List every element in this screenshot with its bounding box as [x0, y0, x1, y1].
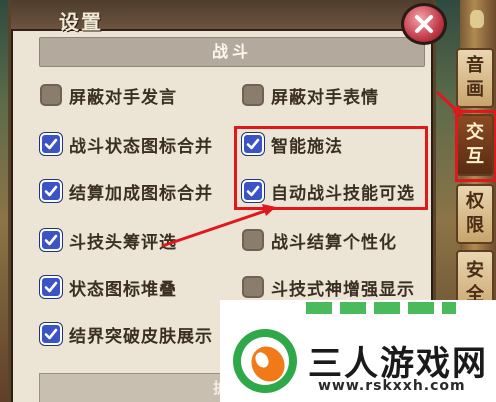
options-highlight-annotation	[234, 126, 428, 210]
tab-label-char: 安	[466, 260, 484, 281]
tab-0[interactable]: 音画	[456, 48, 494, 108]
option-item[interactable]: 结算加成图标合并	[40, 177, 213, 205]
option-item[interactable]: 状态图标堆叠	[40, 273, 177, 301]
check-icon	[44, 281, 58, 293]
option-label: 斗技头筹评选	[69, 232, 177, 253]
watermark-decoration	[306, 302, 456, 314]
option-item[interactable]: 斗技式神增强显示	[242, 273, 415, 301]
tab-label-char: 权	[466, 191, 484, 212]
option-item[interactable]: 结界突破皮肤展示	[40, 320, 213, 348]
check-icon	[44, 138, 58, 150]
checkbox-checked[interactable]	[40, 133, 62, 155]
page-title: 设置	[59, 10, 103, 34]
option-item[interactable]: 战斗状态图标合并	[40, 130, 213, 158]
section-header-battle: 战斗	[39, 37, 425, 67]
close-button[interactable]	[401, 3, 447, 45]
checkbox-unchecked[interactable]	[242, 276, 264, 298]
checkbox-unchecked[interactable]	[40, 84, 62, 106]
option-label: 状态图标堆叠	[69, 279, 177, 300]
option-label: 战斗结算个性化	[271, 232, 397, 253]
watermark-url: www.rskxxh.com	[318, 378, 466, 394]
tab-2[interactable]: 权限	[456, 184, 494, 244]
tab-highlight-annotation	[455, 110, 496, 182]
check-icon	[44, 234, 58, 246]
checkbox-unchecked[interactable]	[242, 84, 264, 106]
option-label: 斗技式神增强显示	[271, 279, 415, 300]
panel-title-bar: 设置	[11, 0, 433, 34]
checkbox-checked[interactable]	[40, 180, 62, 202]
checkbox-checked[interactable]	[40, 276, 62, 298]
option-item[interactable]: 屏蔽对手表情	[242, 81, 379, 109]
check-icon	[44, 328, 58, 340]
option-label: 结界突破皮肤展示	[69, 326, 213, 347]
check-icon	[44, 185, 58, 197]
option-label: 结算加成图标合并	[69, 183, 213, 204]
option-label: 战斗状态图标合并	[69, 136, 213, 157]
tab-label-char: 限	[466, 215, 484, 236]
option-label: 屏蔽对手表情	[271, 87, 379, 108]
tab-label-char: 音	[466, 55, 484, 76]
option-label: 屏蔽对手发言	[69, 87, 177, 108]
lantern	[470, 10, 484, 28]
watermark-logo	[233, 329, 297, 393]
option-item[interactable]: 斗技头筹评选	[40, 226, 177, 254]
option-item[interactable]: 屏蔽对手发言	[40, 81, 177, 109]
checkbox-checked[interactable]	[40, 323, 62, 345]
tab-label-char: 画	[466, 79, 484, 100]
checkbox-unchecked[interactable]	[242, 229, 264, 251]
option-item[interactable]: 战斗结算个性化	[242, 226, 397, 254]
checkbox-checked[interactable]	[40, 229, 62, 251]
close-icon	[415, 15, 433, 33]
